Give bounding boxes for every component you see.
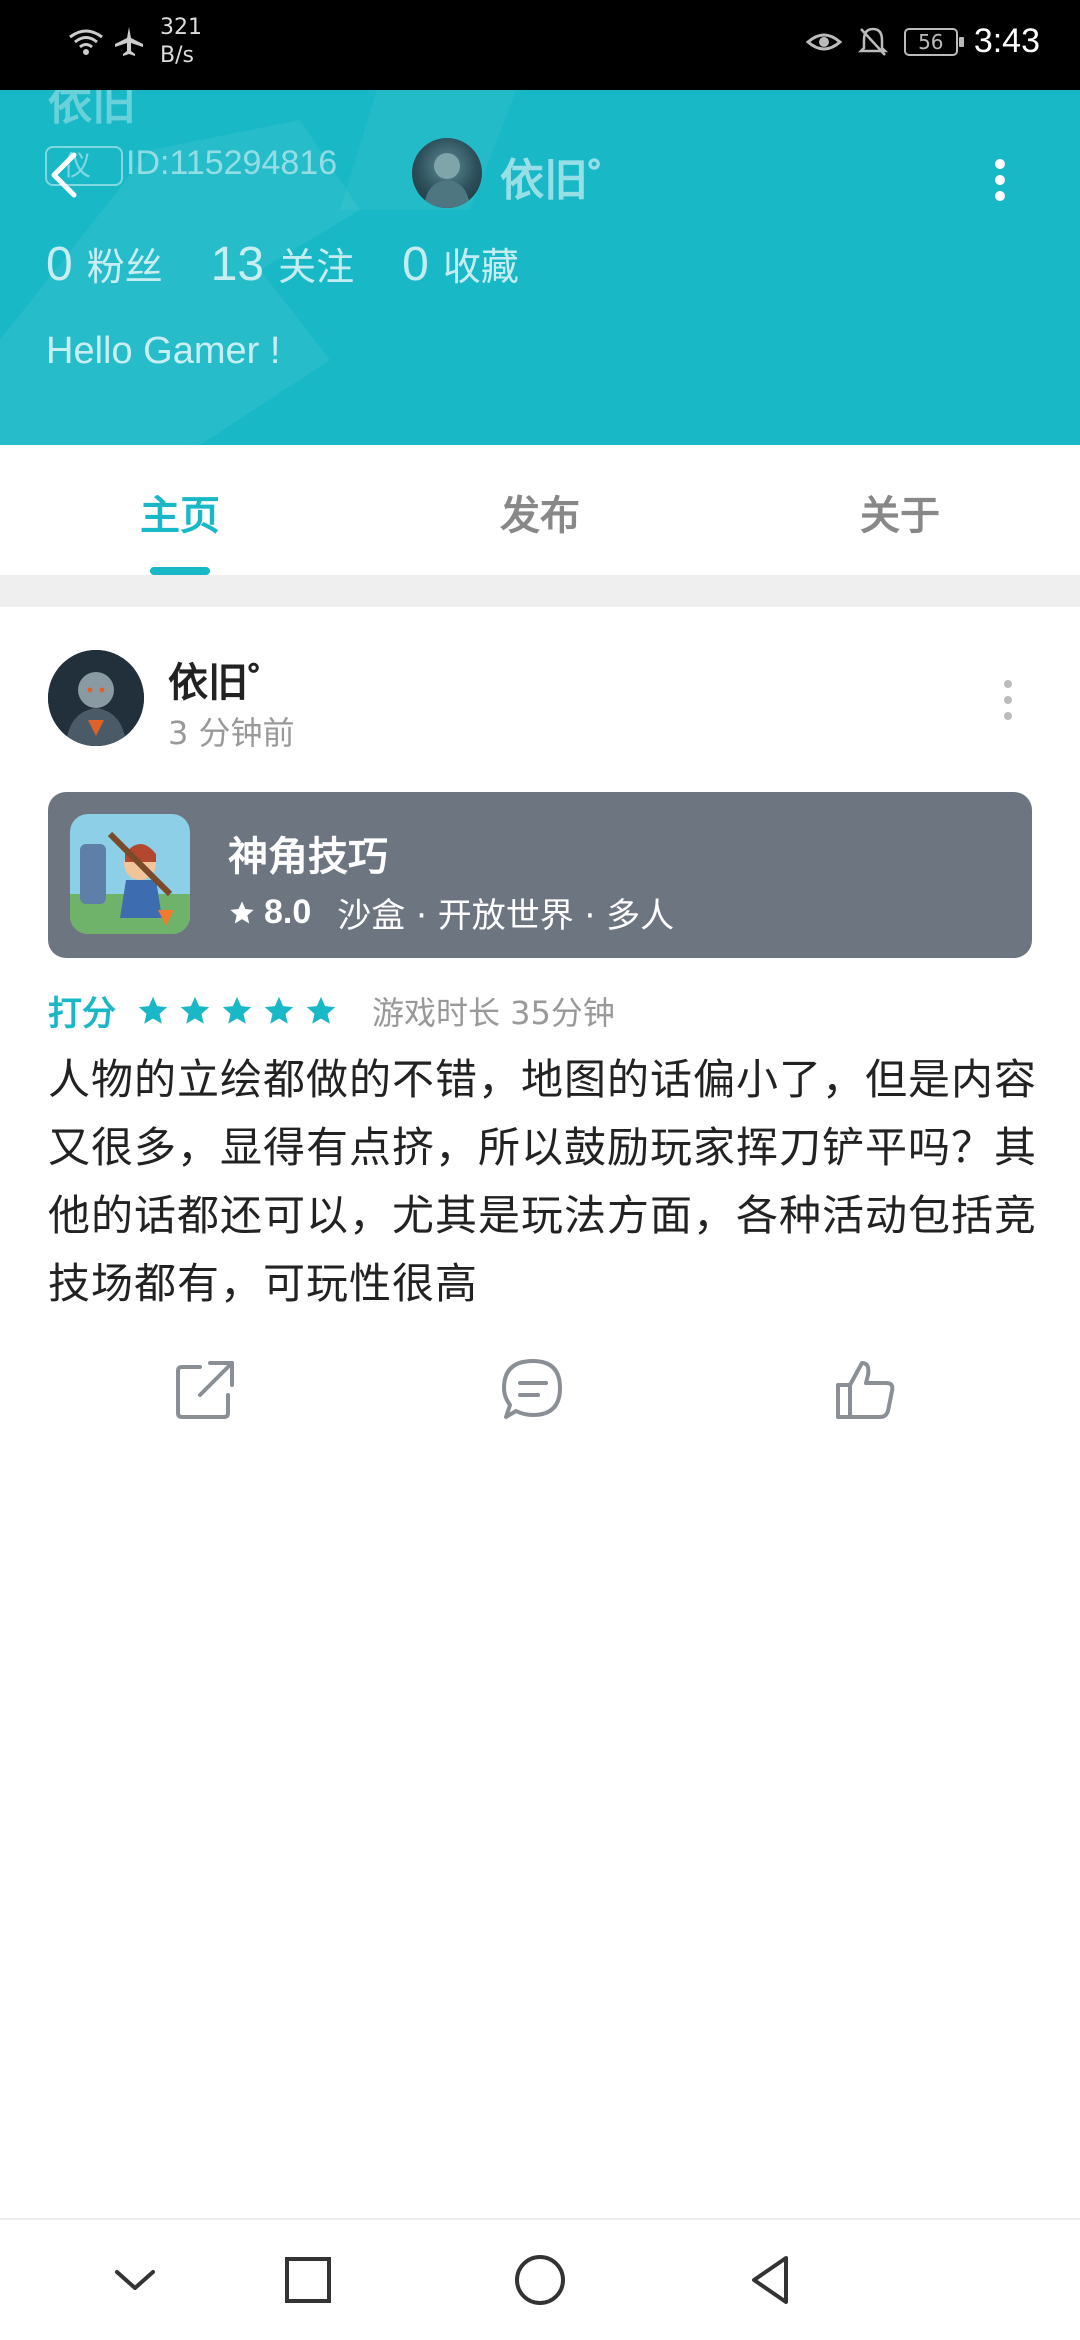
airplane-icon <box>115 27 143 56</box>
tab-posts[interactable]: 发布 <box>500 483 580 541</box>
tab-about[interactable]: 关于 <box>860 483 940 541</box>
post-actions <box>0 1355 1080 1435</box>
profile-header: 依旧 仪 ID:115294816 依旧゜ 0 粉丝 13 关注 0 收藏 He… <box>0 90 1080 445</box>
profile-bio: Hello Gamer ! <box>46 330 281 372</box>
network-speed: 321 B/s <box>160 14 202 70</box>
favorites-count[interactable]: 0 <box>402 237 429 292</box>
star-icon <box>222 996 252 1024</box>
game-meta: 8.0 沙盒 · 开放世界 · 多人 <box>228 888 674 937</box>
star-icon <box>230 900 254 923</box>
star-icon <box>264 996 294 1024</box>
nav-square-icon[interactable] <box>278 2250 338 2310</box>
profile-stats: 0 粉丝 13 关注 0 收藏 <box>46 236 567 292</box>
game-icon <box>70 814 190 934</box>
game-score: 8.0 <box>264 893 312 931</box>
nav-back-icon[interactable] <box>740 2250 800 2310</box>
following-label[interactable]: 关注 <box>278 236 354 291</box>
id-badge: 仪 <box>45 146 123 186</box>
profile-tabs: 主页 发布 关于 <box>0 445 1080 575</box>
comment-icon[interactable] <box>498 1355 568 1425</box>
more-icon[interactable] <box>990 150 1010 210</box>
section-divider <box>0 575 1080 607</box>
post-more-icon[interactable] <box>1000 678 1016 722</box>
nav-circle-icon[interactable] <box>510 2250 570 2310</box>
followers-count[interactable]: 0 <box>46 237 73 292</box>
game-card[interactable]: 神角技巧 8.0 沙盒 · 开放世界 · 多人 <box>48 792 1032 958</box>
game-tags: 沙盒 · 开放世界 · 多人 <box>337 896 675 936</box>
rating-row: 打分 游戏时长 35分钟 <box>48 986 615 1035</box>
active-tab-indicator <box>150 567 210 575</box>
favorites-label[interactable]: 收藏 <box>443 236 519 291</box>
status-bar: 321 B/s 56 3:43 <box>0 0 1080 90</box>
star-icon <box>180 996 210 1024</box>
speed-unit: B/s <box>160 43 194 68</box>
user-id: ID:115294816 <box>126 144 338 182</box>
wifi-icon <box>69 29 103 55</box>
nav-down-icon[interactable] <box>105 2250 165 2310</box>
battery-indicator: 56 <box>903 27 964 56</box>
post-author-name[interactable]: 依旧゜ <box>168 650 288 708</box>
star-icon <box>138 996 168 1024</box>
collapsed-name-ghost: 依旧 <box>48 90 136 130</box>
tab-home[interactable]: 主页 <box>140 483 220 541</box>
system-nav-bar <box>0 2218 1080 2340</box>
header-username: 依旧゜ <box>500 155 632 206</box>
playtime: 游戏时长 35分钟 <box>372 993 615 1032</box>
like-icon[interactable] <box>830 1355 900 1425</box>
share-icon[interactable] <box>170 1355 240 1425</box>
followers-label[interactable]: 粉丝 <box>87 236 163 291</box>
game-title: 神角技巧 <box>228 834 388 880</box>
following-count[interactable]: 13 <box>211 237 264 292</box>
eye-icon <box>805 33 842 50</box>
post-body: 人物的立绘都做的不错，地图的话偏小了，但是内容又很多，显得有点挤，所以鼓励玩家挥… <box>48 1055 1038 1308</box>
bell-off-icon <box>857 27 888 56</box>
rating-stars <box>136 994 338 1028</box>
header-avatar[interactable] <box>412 138 482 208</box>
post-timestamp: 3 分钟前 <box>168 714 295 752</box>
post-author-avatar[interactable] <box>48 650 144 746</box>
rating-label: 打分 <box>48 994 116 1034</box>
clock: 3:43 <box>973 22 1040 60</box>
star-icon <box>306 996 336 1024</box>
speed-value: 321 <box>160 15 202 40</box>
